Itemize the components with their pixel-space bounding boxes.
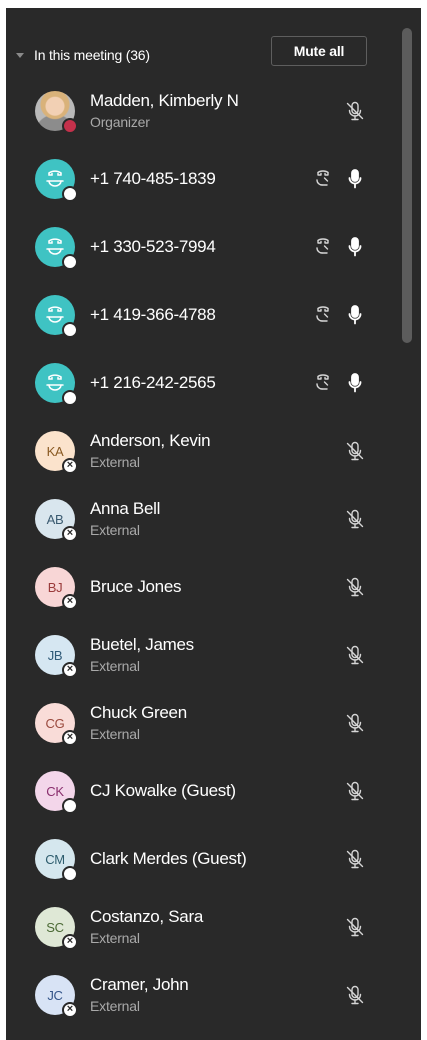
participant-row[interactable]: CM Clark Merdes (Guest) xyxy=(6,825,396,893)
participant-name: Bruce Jones xyxy=(90,577,182,596)
status-offline-icon xyxy=(62,186,78,202)
mic-off-icon[interactable] xyxy=(343,507,367,531)
mic-on-icon[interactable] xyxy=(343,235,367,259)
participant-name: +1 740-485-1839 xyxy=(90,169,216,188)
participant-name: +1 216-242-2565 xyxy=(90,373,216,392)
participant-role: External xyxy=(90,454,140,470)
status-busy-icon xyxy=(62,118,78,134)
avatar-initials: JC xyxy=(47,987,63,1003)
participant-row[interactable]: JB Buetel, James External xyxy=(6,621,396,689)
avatar-initials: JB xyxy=(47,647,63,663)
status-offline-icon xyxy=(62,254,78,270)
status-external-icon xyxy=(62,1002,78,1018)
section-title: In this meeting (36) xyxy=(34,47,150,63)
participant-name: CJ Kowalke (Guest) xyxy=(90,781,236,800)
status-external-icon xyxy=(62,458,78,474)
meeting-section-header[interactable]: In this meeting (36) Mute all xyxy=(6,36,396,76)
participant-name: Costanzo, Sara xyxy=(90,907,203,926)
participant-name: Madden, Kimberly N xyxy=(90,91,239,110)
participant-row[interactable]: BJ Bruce Jones xyxy=(6,553,396,621)
scrollbar-thumb[interactable] xyxy=(402,28,412,343)
status-offline-icon xyxy=(62,866,78,882)
participant-role: External xyxy=(90,522,140,538)
participant-name: Clark Merdes (Guest) xyxy=(90,849,247,868)
participant-role: External xyxy=(90,998,140,1014)
dial-in-phone-icon xyxy=(311,235,335,259)
avatar-initials: AB xyxy=(46,511,64,527)
participant-row[interactable]: AB Anna Bell External xyxy=(6,485,396,553)
participant-row[interactable]: +1 419-366-4788 xyxy=(6,281,396,349)
participant-role: External xyxy=(90,930,140,946)
mute-all-button[interactable]: Mute all xyxy=(271,36,367,66)
avatar-initials: CG xyxy=(45,715,65,731)
mic-off-icon[interactable] xyxy=(343,711,367,735)
participant-row[interactable]: CK CJ Kowalke (Guest) xyxy=(6,757,396,825)
mic-off-icon[interactable] xyxy=(343,915,367,939)
avatar-initials: CK xyxy=(46,783,64,799)
mic-on-icon[interactable] xyxy=(343,303,367,327)
participant-row[interactable]: SC Costanzo, Sara External xyxy=(6,893,396,961)
mic-off-icon[interactable] xyxy=(343,439,367,463)
status-external-icon xyxy=(62,662,78,678)
participant-name: Anderson, Kevin xyxy=(90,431,211,450)
participant-row[interactable]: +1 216-242-2565 xyxy=(6,349,396,417)
avatar-initials: KA xyxy=(46,443,64,459)
participant-role: External xyxy=(90,658,140,674)
dial-in-phone-icon xyxy=(311,167,335,191)
participant-name: Chuck Green xyxy=(90,703,187,722)
status-external-icon xyxy=(62,526,78,542)
participant-row[interactable]: JC Cramer, John External xyxy=(6,961,396,1029)
participant-name: Buetel, James xyxy=(90,635,194,654)
mic-off-icon[interactable] xyxy=(343,847,367,871)
mic-off-icon[interactable] xyxy=(343,575,367,599)
participants-panel: In this meeting (36) Mute all Madden, Ki… xyxy=(6,8,421,1040)
dial-in-phone-icon xyxy=(311,303,335,327)
status-offline-icon xyxy=(62,322,78,338)
participant-name: +1 330-523-7994 xyxy=(90,237,216,256)
avatar-initials: BJ xyxy=(47,579,63,595)
collapse-caret-icon[interactable] xyxy=(16,53,24,58)
participant-role: Organizer xyxy=(90,114,150,130)
status-external-icon xyxy=(62,594,78,610)
status-offline-icon xyxy=(62,390,78,406)
mic-off-icon[interactable] xyxy=(343,99,367,123)
mic-on-icon[interactable] xyxy=(343,371,367,395)
participant-name: Anna Bell xyxy=(90,499,161,518)
participant-name: +1 419-366-4788 xyxy=(90,305,216,324)
mic-off-icon[interactable] xyxy=(343,983,367,1007)
mic-off-icon[interactable] xyxy=(343,643,367,667)
participant-name: Cramer, John xyxy=(90,975,189,994)
mic-off-icon[interactable] xyxy=(343,779,367,803)
participant-role: External xyxy=(90,726,140,742)
participant-row[interactable]: KA Anderson, Kevin External xyxy=(6,417,396,485)
mic-on-icon[interactable] xyxy=(343,167,367,191)
participant-row[interactable]: Madden, Kimberly N Organizer xyxy=(6,77,396,145)
participant-row[interactable]: +1 330-523-7994 xyxy=(6,213,396,281)
dial-in-phone-icon xyxy=(311,371,335,395)
avatar-initials: SC xyxy=(46,919,64,935)
participant-row[interactable]: CG Chuck Green External xyxy=(6,689,396,757)
avatar-initials: CM xyxy=(45,851,65,867)
status-external-icon xyxy=(62,730,78,746)
status-offline-icon xyxy=(62,798,78,814)
status-external-icon xyxy=(62,934,78,950)
participant-row[interactable]: +1 740-485-1839 xyxy=(6,145,396,213)
